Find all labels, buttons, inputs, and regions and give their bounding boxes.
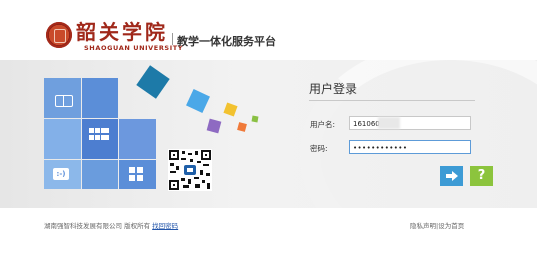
footer: 湖南强智科技发展有限公司 版权所有 找回密码 隐私声明|设为首页 — [0, 208, 537, 268]
university-name-en: SHAOGUAN UNIVERSITY — [84, 44, 184, 52]
username-label: 用户名: — [310, 120, 336, 129]
username-field[interactable]: 1610605 — [349, 116, 471, 130]
username-redaction — [378, 117, 400, 129]
password-label: 密码: — [310, 144, 328, 153]
login-arrow-button[interactable] — [440, 166, 463, 186]
footer-links: 隐私声明|设为首页 — [410, 220, 464, 230]
set-homepage-link[interactable]: 设为首页 — [438, 222, 464, 230]
grid-card-icon — [89, 128, 109, 142]
login-title: 用户登录 — [309, 82, 358, 96]
tile-light — [44, 119, 81, 159]
university-seal-logo — [46, 22, 72, 48]
retrieve-password-link[interactable]: 找回密码 — [152, 222, 178, 230]
deco-square-green — [251, 115, 259, 123]
tile-blank-3 — [82, 160, 118, 189]
qr-code — [168, 149, 212, 191]
help-button[interactable]: ? — [470, 166, 493, 186]
windows-icon — [129, 167, 143, 181]
tile-blank-2 — [119, 119, 156, 159]
copyright: 湖南强智科技发展有限公司 版权所有 找回密码 — [44, 220, 178, 230]
password-field[interactable]: •••••••••••• — [349, 140, 471, 154]
tile-blank — [82, 78, 118, 118]
chat-bubble-icon: :-) — [53, 168, 69, 180]
university-name-cn: 韶关学院 — [76, 20, 168, 44]
platform-title: 教学一体化服务平台 — [177, 35, 276, 48]
login-title-divider — [309, 100, 475, 101]
header: 韶关学院 SHAOGUAN UNIVERSITY 教学一体化服务平台 — [0, 0, 537, 60]
open-book-icon — [55, 95, 73, 107]
privacy-link[interactable]: 隐私声明 — [410, 222, 436, 230]
copyright-text: 湖南强智科技发展有限公司 版权所有 — [44, 222, 151, 230]
header-divider — [172, 33, 173, 45]
